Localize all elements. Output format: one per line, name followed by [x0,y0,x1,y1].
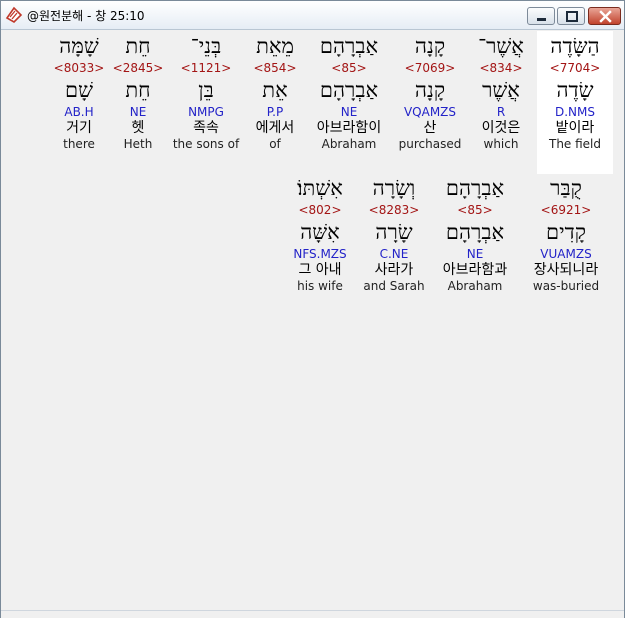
english-gloss: Abraham [321,137,377,151]
korean-gloss: 거기 [66,120,92,136]
morphology-code: VQAMZS [403,105,457,119]
korean-gloss: 사라가 [374,262,414,278]
strong-number[interactable]: <85> [435,203,515,217]
hebrew-word: קָנָה [414,34,446,58]
strong-number[interactable]: <8033> [41,61,117,75]
hebrew-word: הַשָּׂדֶה [550,34,600,58]
hebrew-word: וְשָׂרָה [372,176,416,200]
english-gloss: purchased [398,137,462,151]
hebrew-lexeme: קָדִים [546,220,586,244]
hebrew-word: אַבְרָהָם [319,34,379,58]
hebrew-lexeme: אַבְרָהָם [319,78,379,102]
word-cell[interactable]: שָׁמָּה <8033> שָׁם AB.H 거기 there [41,31,117,151]
maximize-icon [566,11,578,22]
hebrew-lexeme: קָנָה [414,78,446,102]
korean-gloss: 그 아내 [298,262,342,278]
korean-gloss: 밭이라 [555,120,595,136]
word-cell[interactable]: אִשְׁתּוֹ׃ <802> אִשָּׁה NFS.MZS 그 아내 hi… [282,173,358,293]
window-bottom-edge [1,610,624,618]
english-gloss: his wife [297,279,343,293]
word-cell[interactable]: אֲשֶׁר־ <834> אֲשֶׁר R 이것은 which [463,31,539,151]
minimize-button[interactable] [527,7,555,25]
english-gloss: The field [548,137,602,151]
strong-number[interactable]: <7069> [392,61,468,75]
hebrew-lexeme: שָׂדֶה [556,78,594,102]
hebrew-word: אַבְרָהָם [445,176,505,200]
word-cell[interactable]: קָנָה <7069> קָנָה VQAMZS 산 purchased [392,31,468,151]
korean-gloss: 산 [423,120,437,136]
app-window: @원전분해 - 창 25:10 הַשָּׂדֶה <7704> שָׂדֶה … [0,0,625,618]
morphology-code: VUAMZS [540,247,592,261]
hebrew-word: שָׁמָּה [59,34,99,58]
strong-number[interactable]: <854> [237,61,313,75]
word-cell[interactable]: אַבְרָהָם <85> אַבְרָהָם NE 아브라함이 Abraha… [311,31,387,151]
word-cell[interactable]: אַבְרָהָם <85> אַבְרָהָם NE 아브라함과 Abraha… [435,173,515,293]
korean-gloss: 아브라함이 [316,120,382,136]
hebrew-lexeme: אֵת [262,78,288,102]
maximize-button[interactable] [557,7,585,25]
word-cell[interactable]: הַשָּׂדֶה <7704> שָׂדֶה D.NMS 밭이라 The fi… [537,31,613,174]
english-gloss: was-buried [532,279,600,293]
close-icon [599,10,612,23]
morphology-code: C.NE [379,247,409,261]
english-gloss: and Sarah [363,279,425,293]
hebrew-lexeme: שָׁם [65,78,93,102]
hebrew-lexeme: אַבְרָהָם [445,220,505,244]
window-title: @원전분해 - 창 25:10 [27,9,145,23]
english-gloss: which [483,137,519,151]
word-cell[interactable]: קֻבַּר <6921> קָדִים VUAMZS 장사되니라 was-bu… [524,173,608,293]
hebrew-word: בְּנֵי־ [190,34,222,58]
english-gloss: the sons of [172,137,240,151]
morphology-code: AB.H [64,105,94,119]
strong-number[interactable]: <1121> [168,61,244,75]
strong-number[interactable]: <834> [463,61,539,75]
morphology-code: NE [340,105,358,119]
strong-number[interactable]: <8283> [356,203,432,217]
morphology-code: D.NMS [554,105,595,119]
english-gloss: there [63,137,95,151]
hebrew-lexeme: שָׂרָה [375,220,413,244]
morphology-code: NFS.MZS [293,247,347,261]
korean-gloss: 아브라함과 [442,262,508,278]
korean-gloss: 에게서 [255,120,295,136]
hebrew-word: קֻבַּר [550,176,582,200]
app-icon [5,6,23,23]
english-gloss: of [269,137,281,151]
interlinear-view: הַשָּׂדֶה <7704> שָׂדֶה D.NMS 밭이라 The fi… [6,31,620,611]
word-cell[interactable]: וְשָׂרָה <8283> שָׂרָה C.NE 사라가 and Sara… [356,173,432,293]
strong-number[interactable]: <85> [311,61,387,75]
word-cell[interactable]: בְּנֵי־ <1121> בֵּן NMPG 족속 the sons of [168,31,244,151]
hebrew-lexeme: אֲשֶׁר [482,78,520,102]
morphology-code: P.P [266,105,284,119]
korean-gloss: 이것은 [481,120,521,136]
hebrew-lexeme: אִשָּׁה [300,220,340,244]
title-bar[interactable]: @원전분해 - 창 25:10 [1,1,624,30]
morphology-code: NMPG [188,105,224,119]
strong-number[interactable]: <6921> [524,203,608,217]
strong-number[interactable]: <7704> [537,61,613,75]
korean-gloss: 장사되니라 [533,262,599,278]
close-button[interactable] [588,7,621,25]
strong-number[interactable]: <802> [282,203,358,217]
hebrew-lexeme: בֵּן [198,78,214,102]
morphology-code: R [496,105,506,119]
english-gloss: Abraham [447,279,503,293]
hebrew-word: אִשְׁתּוֹ׃ [297,176,343,200]
morphology-code: NE [466,247,484,261]
hebrew-word: מֵאֵת [256,34,294,58]
word-cell[interactable]: מֵאֵת <854> אֵת P.P 에게서 of [237,31,313,151]
hebrew-word: אֲשֶׁר־ [478,34,524,58]
minimize-icon [537,18,546,21]
korean-gloss: 족속 [193,120,219,136]
